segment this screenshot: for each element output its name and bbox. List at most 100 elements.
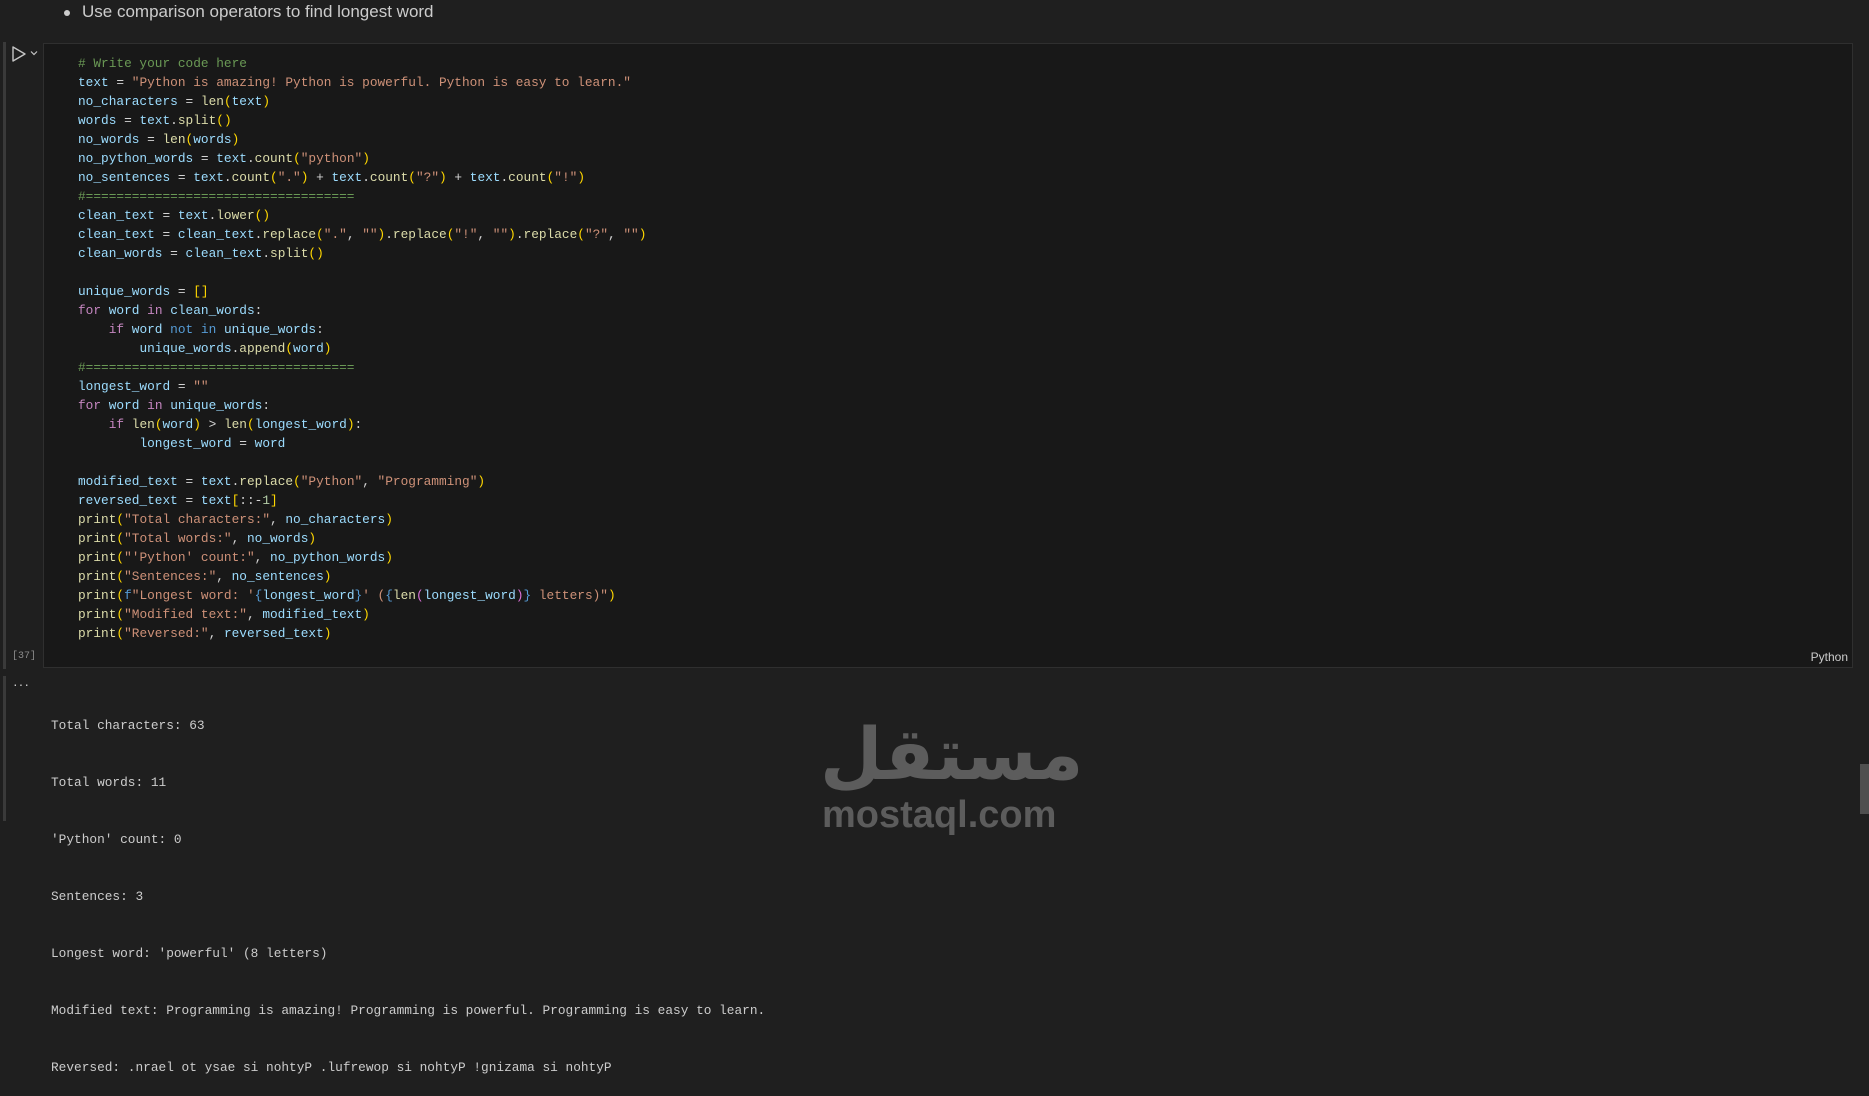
code-token: ) bbox=[346, 417, 355, 432]
code-line[interactable]: longest_word = word bbox=[78, 434, 646, 453]
code-token: print bbox=[78, 626, 117, 641]
code-token: no_words bbox=[78, 132, 140, 147]
code-line[interactable]: words = text.split() bbox=[78, 111, 646, 130]
code-token: for bbox=[78, 398, 102, 413]
code-token: ) bbox=[231, 132, 240, 147]
code-token: ( bbox=[116, 588, 125, 603]
code-line[interactable]: for word in clean_words: bbox=[78, 301, 646, 320]
code-token: . bbox=[515, 227, 524, 242]
code-line[interactable]: modified_text = text.replace("Python", "… bbox=[78, 472, 646, 491]
code-token: replace bbox=[239, 474, 294, 489]
code-line[interactable]: unique_words.append(word) bbox=[78, 339, 646, 358]
code-token: , bbox=[246, 607, 263, 622]
code-token: no_characters bbox=[285, 512, 386, 527]
code-token: # Write your code here bbox=[78, 56, 247, 71]
code-line[interactable]: print("Modified text:", modified_text) bbox=[78, 605, 646, 624]
code-token: "?" bbox=[415, 170, 440, 185]
code-editor[interactable]: # Write your code here text = "Python is … bbox=[78, 54, 646, 643]
output-line: Sentences: 3 bbox=[51, 889, 144, 904]
code-line[interactable]: # Write your code here bbox=[78, 54, 646, 73]
code-token: : bbox=[254, 303, 263, 318]
code-token: "Programming" bbox=[377, 474, 478, 489]
code-token: unique_words bbox=[78, 284, 171, 299]
code-token: text bbox=[331, 170, 363, 185]
code-token: . bbox=[262, 246, 271, 261]
output-line: Longest word: 'powerful' (8 letters) bbox=[51, 946, 328, 961]
code-token: word bbox=[108, 303, 140, 318]
output-more-actions-icon[interactable]: ··· bbox=[13, 676, 30, 692]
code-token: = bbox=[170, 170, 194, 185]
code-line[interactable]: if word not in unique_words: bbox=[78, 320, 646, 339]
code-token: . bbox=[170, 113, 178, 128]
code-line[interactable]: print("Sentences:", no_sentences) bbox=[78, 567, 646, 586]
code-token: "Modified text:" bbox=[124, 607, 247, 622]
code-token: = bbox=[139, 132, 163, 147]
code-token: ( bbox=[247, 417, 255, 432]
code-line[interactable] bbox=[78, 453, 646, 472]
code-token: = bbox=[170, 284, 194, 299]
code-token: count bbox=[369, 170, 409, 185]
code-line[interactable]: #=================================== bbox=[78, 358, 646, 377]
code-token: , bbox=[608, 227, 624, 242]
code-line[interactable]: for word in unique_words: bbox=[78, 396, 646, 415]
code-token: = bbox=[162, 246, 186, 261]
cell-language-label[interactable]: Python bbox=[1811, 650, 1848, 664]
code-token: ( bbox=[154, 417, 163, 432]
code-token: , bbox=[362, 474, 378, 489]
chevron-down-icon[interactable] bbox=[29, 48, 39, 58]
code-token: no_python_words bbox=[78, 151, 194, 166]
code-line[interactable]: no_characters = len(text) bbox=[78, 92, 646, 111]
code-line[interactable]: print("Total characters:", no_characters… bbox=[78, 510, 646, 529]
code-token: #=================================== bbox=[78, 360, 355, 375]
code-line[interactable]: print("'Python' count:", no_python_words… bbox=[78, 548, 646, 567]
code-token: count bbox=[231, 170, 271, 185]
code-token: , bbox=[216, 569, 232, 584]
code-token: { bbox=[385, 588, 393, 603]
code-token: ) bbox=[577, 170, 585, 185]
code-token: print bbox=[78, 607, 117, 622]
code-token: no_python_words bbox=[270, 550, 386, 565]
vertical-scrollbar-thumb[interactable] bbox=[1860, 764, 1869, 814]
code-token: clean_words bbox=[170, 303, 255, 318]
code-line[interactable]: no_sentences = text.count(".") + text.co… bbox=[78, 168, 646, 187]
code-token: count bbox=[254, 151, 294, 166]
code-line[interactable]: clean_text = clean_text.replace(".", "")… bbox=[78, 225, 646, 244]
code-line[interactable]: reversed_text = text[::-1] bbox=[78, 491, 646, 510]
code-token: ) bbox=[193, 417, 201, 432]
code-token: unique_words bbox=[170, 398, 263, 413]
run-cell-icon[interactable] bbox=[10, 45, 28, 63]
code-line[interactable]: clean_words = clean_text.split() bbox=[78, 244, 646, 263]
code-token: f bbox=[124, 588, 132, 603]
code-line[interactable]: print("Total words:", no_words) bbox=[78, 529, 646, 548]
code-token: count bbox=[508, 170, 547, 185]
code-line[interactable]: if len(word) > len(longest_word): bbox=[78, 415, 646, 434]
code-line[interactable]: no_python_words = text.count("python") bbox=[78, 149, 646, 168]
code-token: no_words bbox=[246, 531, 309, 546]
code-token: for bbox=[78, 303, 102, 318]
bullet-icon bbox=[64, 9, 70, 16]
code-token: ( bbox=[116, 531, 125, 546]
code-token: ) bbox=[362, 151, 370, 166]
code-token: ) bbox=[362, 607, 370, 622]
code-line[interactable]: print(f"Longest word: '{longest_word}' (… bbox=[78, 586, 646, 605]
code-token: ) bbox=[477, 474, 486, 489]
code-line[interactable]: print("Reversed:", reversed_text) bbox=[78, 624, 646, 643]
code-cell[interactable]: # Write your code here text = "Python is … bbox=[43, 43, 1853, 668]
code-token: text bbox=[200, 493, 232, 508]
code-line[interactable]: clean_text = text.lower() bbox=[78, 206, 646, 225]
code-line[interactable]: text = "Python is amazing! Python is pow… bbox=[78, 73, 646, 92]
code-line[interactable]: #=================================== bbox=[78, 187, 646, 206]
code-line[interactable]: unique_words = [] bbox=[78, 282, 646, 301]
code-token: if bbox=[108, 417, 125, 432]
code-token: "Longest word: ' bbox=[131, 588, 255, 603]
code-line[interactable]: no_words = len(words) bbox=[78, 130, 646, 149]
code-line[interactable]: longest_word = "" bbox=[78, 377, 646, 396]
code-token: "Python is amazing! Python is powerful. … bbox=[131, 75, 631, 90]
code-token: ) bbox=[607, 588, 616, 603]
code-token: ( bbox=[577, 227, 585, 242]
code-token: ) bbox=[323, 341, 332, 356]
code-token: "" bbox=[492, 227, 509, 242]
code-line[interactable] bbox=[78, 263, 646, 282]
